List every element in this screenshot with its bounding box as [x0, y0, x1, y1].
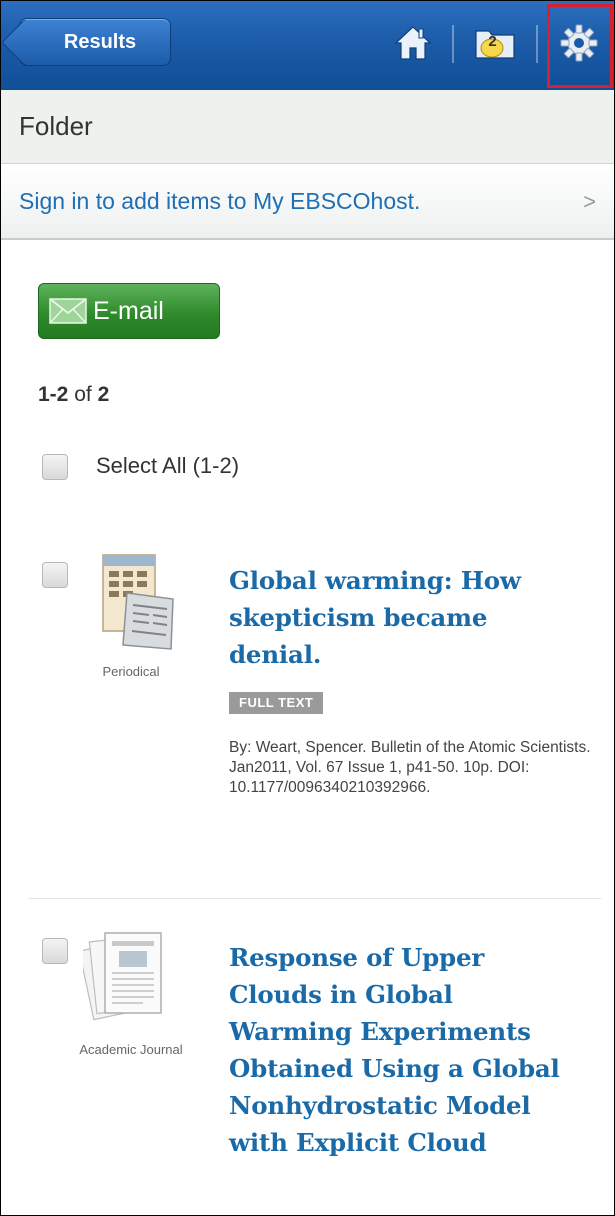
record-divider: [29, 898, 601, 899]
chevron-right-icon: >: [583, 189, 596, 214]
settings-highlight-box: [547, 4, 613, 88]
page-title: Folder: [19, 111, 93, 141]
result-count: 1-2 of 2: [38, 383, 109, 407]
nav-separator: [452, 25, 454, 63]
journal-icon: [78, 929, 163, 1029]
record-checkbox[interactable]: [42, 938, 68, 964]
sign-in-text: Sign in to add items to My EBSCOhost.: [19, 187, 421, 214]
mobile-page: Results 2 Folder Sign in to add items to…: [0, 0, 615, 1216]
result-total: 2: [97, 383, 110, 406]
result-of: of: [74, 383, 92, 406]
periodical-icon: [101, 551, 181, 651]
sign-in-link[interactable]: Sign in to add items to My EBSCOhost. >: [1, 164, 614, 240]
folder-count-badge: 2: [488, 33, 497, 50]
home-icon[interactable]: [391, 21, 435, 65]
record-title-link[interactable]: Response of Upper Clouds in Global Warmi…: [229, 939, 569, 1161]
full-text-badge[interactable]: FULL TEXT: [229, 692, 324, 714]
select-all-checkbox[interactable]: [42, 454, 68, 480]
record-type-label: Academic Journal: [79, 1042, 183, 1057]
result-range: 1-2: [38, 383, 69, 406]
nav-separator: [536, 25, 538, 63]
results-back-label: Results: [63, 30, 137, 53]
email-label: E-mail: [93, 296, 164, 325]
record-type-label: Periodical: [102, 664, 160, 679]
results-back-button[interactable]: Results: [19, 18, 171, 66]
record-citation: By: Weart, Spencer. Bulletin of the Atom…: [229, 739, 591, 796]
email-button[interactable]: E-mail: [38, 283, 220, 339]
envelope-icon: [49, 298, 87, 324]
record-title-link[interactable]: Global warming: How skepticism became de…: [229, 562, 579, 673]
select-all-label: Select All (1-2): [96, 453, 240, 478]
folder-icon[interactable]: 2: [473, 21, 517, 65]
record-checkbox[interactable]: [42, 562, 68, 588]
folder-header: Folder: [1, 90, 614, 164]
top-nav-bar: Results 2: [1, 1, 614, 90]
